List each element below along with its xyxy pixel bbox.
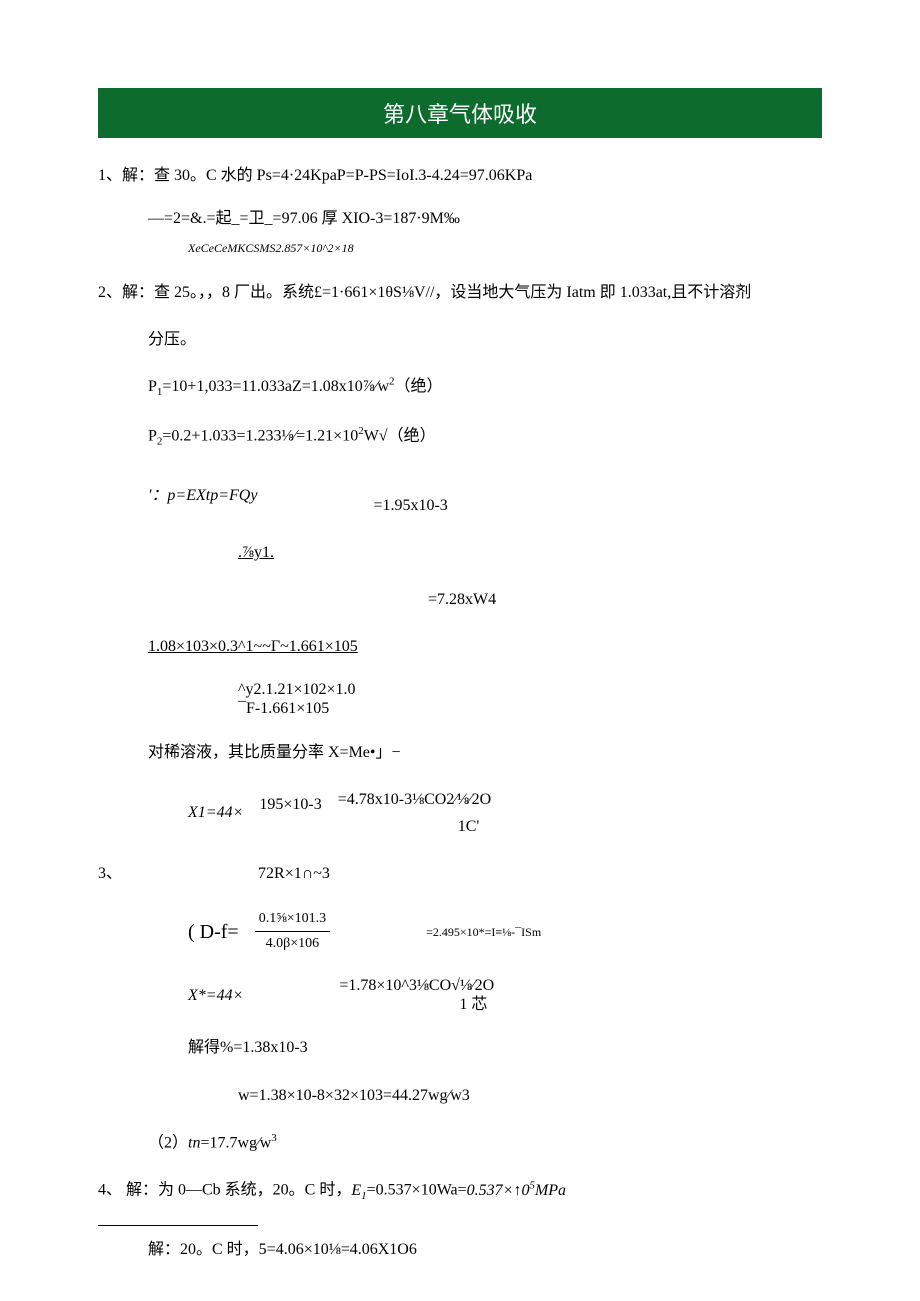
- Df-frac: 0.1⅝×101.3 4.0β×106: [255, 907, 330, 956]
- Df-den: 4.0β×106: [255, 932, 330, 956]
- prob2-line3: P2=0.2+1.033=1.233⅛⁄=1.21×102W√（绝）: [98, 422, 822, 451]
- prob3-line2: ( D-f= 0.1⅝×101.3 4.0β×106 =2.495×10*=I≡…: [98, 907, 822, 956]
- prob2-frac-num: 1.08×103×0.3^1~~Γ~1.661×105: [98, 633, 822, 660]
- prob2-line1: 2、解：查 25。，，8 厂出。系统£=1·661×1θS⅛V//，设当地大气压…: [98, 279, 822, 306]
- Df-right: =2.495×10*=I≡⅛-¯ISm: [426, 922, 541, 942]
- prob1-line1: 1、解：查 30。C 水的 Ps=4·24KpaP=P-PS=IoI.3-4.2…: [98, 162, 822, 189]
- Xstar-right: =1.78×10^3⅛CO√⅛⁄2O 1 芯: [339, 976, 494, 1014]
- prob3-solve: 解得%=1.38x10-3: [98, 1034, 822, 1061]
- prob3-w: w=1.38×10-8×32×103=44.27wg⁄w3: [98, 1082, 822, 1109]
- prob2-eq-left: '：p=EXtp=FQy: [148, 482, 257, 509]
- prob2-F: ¯F-1.661×105: [98, 699, 822, 718]
- prob3-num: 3、: [98, 860, 122, 887]
- prob2-y1: .⅞y1.: [98, 539, 822, 566]
- prob2-dilute: 对稀溶液，其比质量分率 X=Me•」−: [98, 739, 822, 766]
- prob4-line2: 解：20。C 时，5=4.06×10⅛=4.06X1O6: [98, 1236, 822, 1263]
- prob3-Xstar: X*=44× =1.78×10^3⅛CO√⅛⁄2O 1 芯: [98, 976, 822, 1014]
- prob2-y1-r: =7.28xW4: [98, 586, 822, 613]
- p2b-text: =10+1,033=11.033aZ=1.08x10⅞⁄w2（绝）: [162, 378, 442, 395]
- Xstar-right-top: =1.78×10^3⅛CO√⅛⁄2O: [339, 977, 494, 994]
- prob2-line1a: 分压。: [98, 326, 822, 353]
- y1-underline: .⅞y1.: [238, 544, 274, 561]
- prob2-X1: X1=44× 195×10-3 =4.78x10-3⅛CO2⁄⅛⁄2O 1C': [98, 786, 822, 840]
- p1-label: P1: [148, 378, 162, 395]
- Df-num: 0.1⅝×101.3: [255, 907, 330, 932]
- Df-left: ( D-f=: [188, 915, 239, 949]
- prob2-y2: ^y2.1.21×102×1.0: [98, 680, 822, 699]
- prob4-line1: 4、 解：为 0—Cb 系统，20。C 时，E1=0.537×10Wa=0.53…: [98, 1176, 822, 1205]
- prob2-line2: P1=10+1,033=11.033aZ=1.08x10⅞⁄w2（绝）: [98, 373, 822, 402]
- chapter-banner: 第八章气体吸收: [98, 88, 822, 138]
- Xstar-right-bot: 1 芯: [339, 996, 487, 1013]
- prob1-line3: XeCeCeMKCSMS2.857×10^2×18: [98, 238, 822, 258]
- prob3-part2: （2）tn=17.7wg⁄w3: [98, 1129, 822, 1157]
- X1-left: X1=44×: [188, 799, 243, 826]
- prob1-line2: —=2=&.=起_=卫_=97.06 厚 XIO-3=187·9M‰: [98, 209, 822, 228]
- footnote-rule: [98, 1225, 258, 1226]
- X1-right-top: =4.78x10-3⅛CO2⁄⅛⁄2O: [338, 791, 491, 808]
- prob3-expr: 72R×1∩~3: [258, 860, 330, 887]
- prob3-line1: 3、 72R×1∩~3: [98, 860, 822, 887]
- X1-mid: 195×10-3: [259, 791, 321, 818]
- prob2-line4: '：p=EXtp=FQy =1.95x10-3: [98, 472, 822, 519]
- prob2-eq-right: =1.95x10-3: [373, 492, 447, 519]
- X1-right: =4.78x10-3⅛CO2⁄⅛⁄2O 1C': [338, 786, 491, 840]
- Xstar-left: X*=44×: [188, 986, 243, 1005]
- X1-right-bot: 1C': [338, 818, 480, 835]
